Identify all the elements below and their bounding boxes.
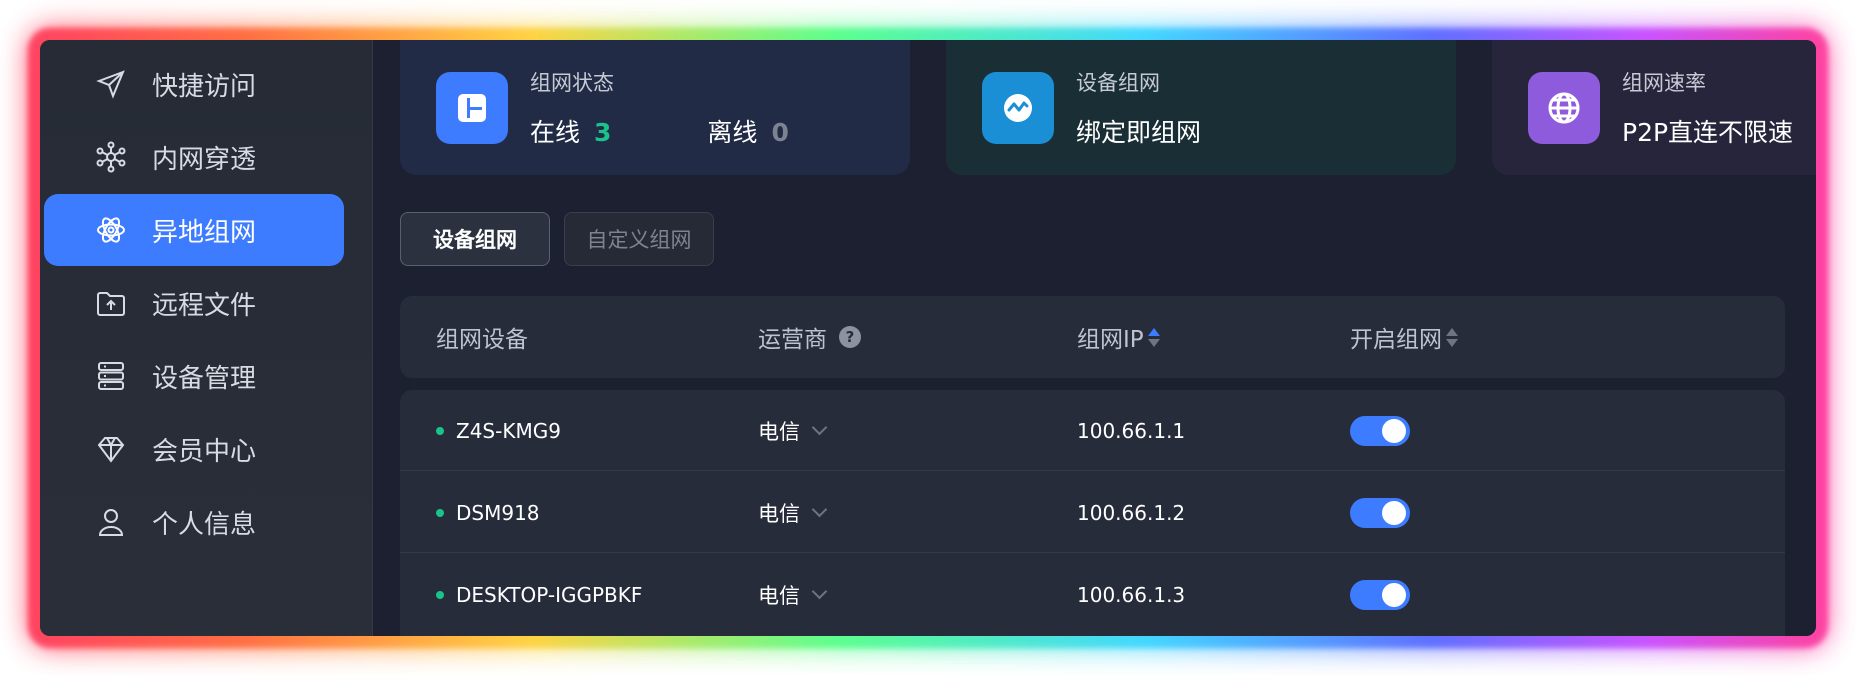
card-value: P2P直连不限速 bbox=[1622, 117, 1794, 147]
enable-cell bbox=[1350, 472, 1410, 553]
chevron-down-icon bbox=[811, 419, 828, 436]
sidebar-item-quick-access[interactable]: 快捷访问 bbox=[44, 48, 344, 120]
carrier-select[interactable]: 电信 bbox=[758, 554, 828, 635]
card-title: 设备组网 bbox=[1076, 70, 1160, 95]
sidebar-item-label: 远程文件 bbox=[152, 290, 257, 321]
sidebar: 快捷访问 内网穿透 异地组网 远程文件 设备管理 会员中心 个人信息 bbox=[40, 40, 373, 636]
network-hub-icon bbox=[94, 140, 128, 174]
layout-icon bbox=[436, 71, 508, 144]
device-table: Z4S-KMG9 电信 100.66.1.1 DSM918 电信 100.66.… bbox=[400, 390, 1785, 636]
diamond-icon bbox=[94, 432, 128, 466]
sidebar-item-label: 异地组网 bbox=[152, 217, 257, 248]
sidebar-item-label: 快捷访问 bbox=[152, 71, 257, 102]
chevron-down-icon bbox=[811, 583, 828, 600]
globe-icon bbox=[1528, 71, 1600, 144]
send-icon bbox=[94, 67, 128, 101]
main-content: 组网状态 在线 3 离线 0 设备组网 绑定即组网 组网速率 P2P直连不限速 … bbox=[373, 40, 1816, 636]
column-carrier: 运营商 ? bbox=[758, 296, 861, 378]
offline-stat: 离线 0 bbox=[707, 117, 789, 147]
offline-count: 0 bbox=[771, 117, 789, 147]
network-speed-card: 组网速率 P2P直连不限速 bbox=[1492, 40, 1816, 175]
table-row: Z4S-KMG9 电信 100.66.1.1 bbox=[400, 390, 1785, 471]
network-status-card: 组网状态 在线 3 离线 0 bbox=[400, 40, 910, 175]
sidebar-item-label: 设备管理 bbox=[152, 363, 257, 394]
column-enable[interactable]: 开启组网 bbox=[1350, 296, 1458, 378]
sidebar-item-label: 会员中心 bbox=[152, 436, 257, 467]
app-window: 快捷访问 内网穿透 异地组网 远程文件 设备管理 会员中心 个人信息 组网状态 … bbox=[40, 40, 1816, 636]
online-dot bbox=[436, 508, 444, 517]
card-title: 组网状态 bbox=[530, 70, 614, 95]
table-row: DESKTOP-IGGPBKF 电信 100.66.1.3 bbox=[400, 554, 1785, 635]
table-header: 组网设备 运营商 ? 组网IP 开启组网 bbox=[400, 296, 1785, 378]
ip-cell: 100.66.1.1 bbox=[1077, 418, 1186, 443]
sidebar-item-remote-files[interactable]: 远程文件 bbox=[44, 267, 344, 339]
chevron-down-icon bbox=[811, 501, 828, 518]
sidebar-item-label: 内网穿透 bbox=[152, 144, 257, 175]
carrier-select[interactable]: 电信 bbox=[758, 390, 828, 471]
ip-cell: 100.66.1.3 bbox=[1077, 582, 1186, 607]
help-icon[interactable]: ? bbox=[839, 326, 861, 348]
sidebar-item-remote-network[interactable]: 异地组网 bbox=[44, 194, 344, 266]
device-cell: Z4S-KMG9 bbox=[436, 390, 561, 471]
column-ip[interactable]: 组网IP bbox=[1077, 296, 1160, 378]
sidebar-item-membership[interactable]: 会员中心 bbox=[44, 413, 344, 485]
online-dot bbox=[436, 426, 444, 435]
sort-icon[interactable] bbox=[1446, 327, 1458, 347]
sidebar-item-profile[interactable]: 个人信息 bbox=[44, 486, 344, 558]
pulse-icon bbox=[982, 71, 1054, 144]
network-toggle[interactable] bbox=[1350, 497, 1410, 528]
online-stat: 在线 3 bbox=[530, 117, 612, 147]
network-toggle[interactable] bbox=[1350, 579, 1410, 610]
ip-cell: 100.66.1.2 bbox=[1077, 500, 1186, 525]
table-row: DSM918 电信 100.66.1.2 bbox=[400, 472, 1785, 553]
sidebar-item-label: 个人信息 bbox=[152, 509, 257, 540]
sidebar-item-device-management[interactable]: 设备管理 bbox=[44, 340, 344, 412]
online-dot bbox=[436, 590, 444, 599]
card-value: 绑定即组网 bbox=[1076, 117, 1202, 147]
device-cell: DESKTOP-IGGPBKF bbox=[436, 554, 642, 635]
enable-cell bbox=[1350, 390, 1410, 471]
tab-device-network[interactable]: 设备组网 bbox=[400, 212, 550, 266]
folder-upload-icon bbox=[94, 286, 128, 320]
sidebar-item-tunnel[interactable]: 内网穿透 bbox=[44, 121, 344, 193]
network-toggle[interactable] bbox=[1350, 415, 1410, 446]
server-icon bbox=[94, 359, 128, 393]
device-cell: DSM918 bbox=[436, 472, 540, 553]
user-icon bbox=[94, 505, 128, 539]
enable-cell bbox=[1350, 554, 1410, 635]
card-title: 组网速率 bbox=[1622, 70, 1706, 95]
tab-custom-network[interactable]: 自定义组网 bbox=[564, 212, 714, 266]
carrier-select[interactable]: 电信 bbox=[758, 472, 828, 553]
online-count: 3 bbox=[594, 117, 612, 147]
column-device: 组网设备 bbox=[436, 327, 528, 353]
device-network-card: 设备组网 绑定即组网 bbox=[946, 40, 1456, 175]
atom-icon bbox=[94, 213, 128, 247]
sort-icon[interactable] bbox=[1147, 327, 1160, 347]
